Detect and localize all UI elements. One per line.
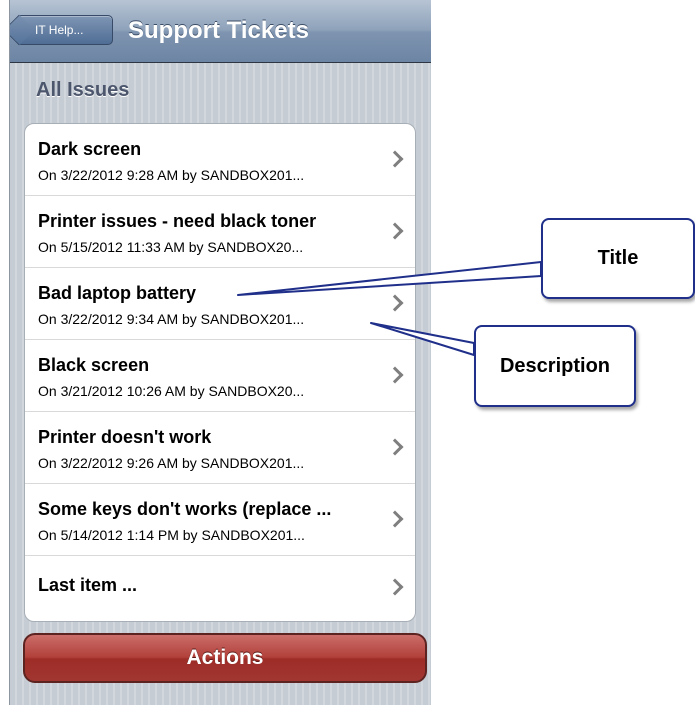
description-leader-line bbox=[370, 322, 475, 356]
back-button-label: IT Help... bbox=[35, 23, 84, 37]
title-callout: Title bbox=[541, 218, 695, 299]
title-leader-line bbox=[237, 261, 542, 296]
description-callout: Description bbox=[474, 325, 636, 407]
title-callout-label: Title bbox=[597, 247, 639, 269]
description-callout-label: Description bbox=[499, 354, 611, 377]
